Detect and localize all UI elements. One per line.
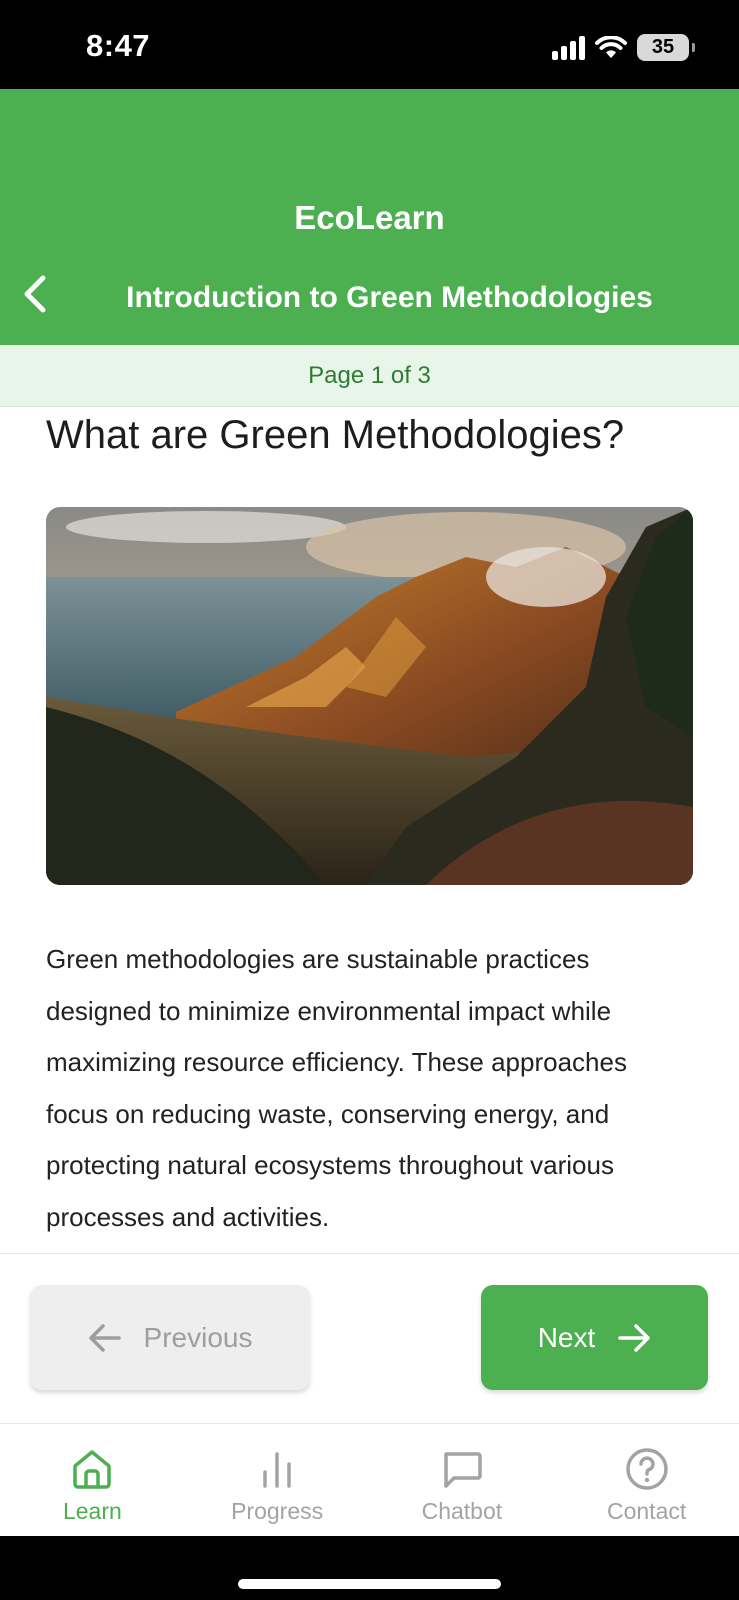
previous-label: Previous xyxy=(143,1321,253,1353)
home-indicator-area xyxy=(0,1536,739,1600)
home-indicator[interactable] xyxy=(238,1579,501,1589)
tab-chatbot-label: Chatbot xyxy=(421,1498,503,1524)
chat-bubble-icon xyxy=(444,1452,482,1488)
bar-chart-icon xyxy=(263,1452,291,1488)
cellular-signal-icon xyxy=(552,35,585,60)
module-title: Introduction to Green Methodologies xyxy=(126,281,653,314)
lesson-content[interactable]: What are Green Methodologies? Green meth… xyxy=(0,407,739,1254)
lesson-body-text: Green methodologies are sustainable prac… xyxy=(46,944,627,1232)
bottom-tab-bar: Learn Progress Chatbot Contact xyxy=(0,1424,739,1536)
help-circle-icon xyxy=(625,1448,668,1490)
tab-progress-label: Progress xyxy=(231,1498,324,1524)
app-header: EcoLearn Introduction to Green Methodolo… xyxy=(0,89,739,345)
home-icon xyxy=(73,1450,112,1489)
page-navigation: Previous Next xyxy=(0,1254,739,1424)
next-button[interactable]: Next xyxy=(481,1285,708,1390)
status-bar: 8:47 35 xyxy=(0,0,739,89)
mountain-landscape-image xyxy=(46,507,693,885)
arrow-right-icon xyxy=(618,1323,651,1352)
tab-learn-label: Learn xyxy=(62,1498,122,1524)
back-button[interactable] xyxy=(10,269,60,319)
chevron-left-icon xyxy=(24,275,46,313)
wifi-icon xyxy=(595,35,627,58)
battery-icon: 35 xyxy=(637,34,695,61)
status-time: 8:47 xyxy=(86,28,151,63)
previous-button[interactable]: Previous xyxy=(30,1285,310,1390)
tab-contact[interactable]: Contact xyxy=(554,1424,739,1536)
arrow-left-icon xyxy=(88,1323,121,1352)
tab-progress[interactable]: Progress xyxy=(185,1424,370,1536)
lesson-heading: What are Green Methodologies? xyxy=(46,413,625,457)
tab-chatbot[interactable]: Chatbot xyxy=(370,1424,555,1536)
app-title: EcoLearn xyxy=(294,199,445,236)
page-indicator: Page 1 of 3 xyxy=(0,345,739,407)
next-label: Next xyxy=(537,1321,596,1353)
tab-contact-label: Contact xyxy=(606,1498,687,1524)
tab-learn[interactable]: Learn xyxy=(0,1424,185,1536)
status-icons: 35 xyxy=(552,34,695,61)
